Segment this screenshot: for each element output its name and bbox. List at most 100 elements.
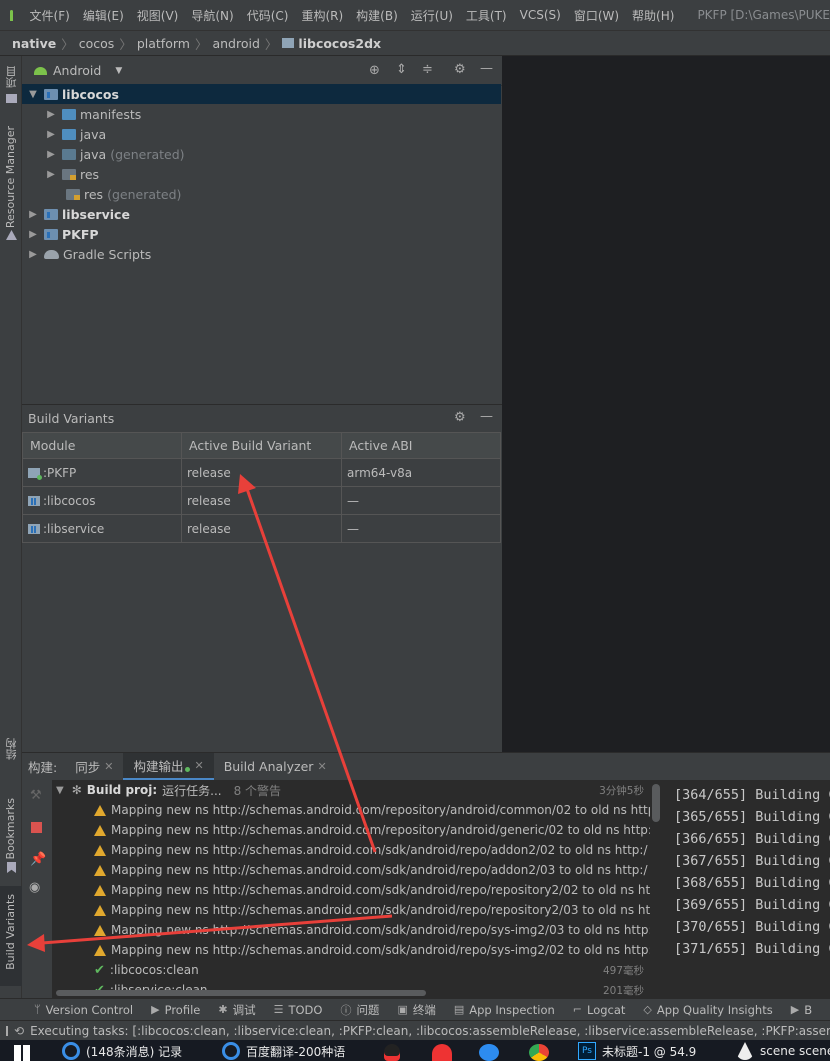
- close-icon[interactable]: ✕: [317, 760, 326, 773]
- gear-icon[interactable]: ⚙: [454, 62, 466, 77]
- tool-logcat[interactable]: ⌐ Logcat: [573, 1003, 626, 1017]
- eye-icon[interactable]: ◉: [29, 880, 40, 895]
- taskbar-app-translate[interactable]: 百度翻译-200种语: [222, 1042, 345, 1060]
- chevron-right-icon[interactable]: ▶: [26, 209, 40, 220]
- tool-version-control[interactable]: ᛘ Version Control: [34, 1003, 133, 1017]
- column-header-abi[interactable]: Active ABI: [341, 432, 501, 459]
- gear-icon[interactable]: ⚙: [454, 410, 466, 425]
- tool-app-inspection[interactable]: ▤ App Inspection: [454, 1003, 555, 1017]
- abi-select[interactable]: —: [341, 514, 501, 543]
- abi-select[interactable]: arm64-v8a: [341, 458, 501, 487]
- build-variants-tool-button[interactable]: Build Variants: [0, 886, 22, 986]
- tool-build[interactable]: ▶ B: [791, 1003, 812, 1017]
- chevron-right-icon[interactable]: ▶: [44, 129, 58, 140]
- minimize-icon[interactable]: —: [480, 409, 493, 424]
- build-console[interactable]: [364/655] Building C [365/655] Building …: [662, 780, 830, 998]
- breadcrumb-item[interactable]: platform: [137, 36, 190, 51]
- chevron-down-icon[interactable]: ▼: [26, 89, 40, 100]
- app-icon[interactable]: [479, 1044, 499, 1061]
- warning-row[interactable]: Mapping new ns http://schemas.android.co…: [94, 920, 650, 940]
- editor-area[interactable]: [502, 56, 830, 752]
- project-tool-button[interactable]: 项目: [4, 66, 20, 88]
- menu-refactor[interactable]: 重构(R): [301, 7, 343, 24]
- taskbar-app-cocos[interactable]: scene scene: [736, 1042, 830, 1060]
- view-selector[interactable]: Android: [53, 63, 101, 78]
- menu-navigate[interactable]: 导航(N): [191, 7, 233, 24]
- chevron-down-icon[interactable]: ▼: [115, 66, 122, 76]
- scrollbar-thumb[interactable]: [652, 784, 660, 822]
- menu-build[interactable]: 构建(B): [356, 7, 398, 24]
- tool-profile[interactable]: ▶ Profile: [151, 1003, 200, 1017]
- structure-tool-button[interactable]: 结构: [4, 738, 20, 760]
- tree-node-manifests[interactable]: ▶ manifests: [44, 104, 141, 124]
- menu-code[interactable]: 代码(C): [247, 7, 289, 24]
- menu-file[interactable]: 文件(F): [30, 7, 70, 24]
- chevron-right-icon[interactable]: ▶: [26, 229, 40, 240]
- taskbar-app-browser-tab[interactable]: (148条消息) 记录: [62, 1042, 182, 1060]
- tool-app-quality-insights[interactable]: ◇ App Quality Insights: [643, 1003, 772, 1017]
- minimize-icon[interactable]: —: [480, 61, 493, 76]
- tool-problems[interactable]: ⓘ 问题: [340, 1002, 379, 1018]
- tree-node-java[interactable]: ▶ java: [44, 124, 106, 144]
- chevron-right-icon[interactable]: ▶: [26, 249, 40, 260]
- warning-row[interactable]: Mapping new ns http://schemas.android.co…: [94, 820, 650, 840]
- chevron-right-icon[interactable]: ▶: [44, 149, 58, 160]
- close-icon[interactable]: ✕: [194, 759, 203, 772]
- warning-row[interactable]: Mapping new ns http://schemas.android.co…: [94, 940, 650, 960]
- variant-select[interactable]: release: [181, 514, 342, 543]
- tree-node-res-generated[interactable]: res (generated): [62, 184, 181, 204]
- task-row[interactable]: ✔:libcocos:clean 497毫秒: [94, 960, 650, 980]
- resource-manager-tool-button[interactable]: Resource Manager: [4, 126, 17, 228]
- menu-window[interactable]: 窗口(W): [574, 7, 619, 24]
- qq-icon[interactable]: [384, 1044, 400, 1061]
- warning-row[interactable]: Mapping new ns http://schemas.android.co…: [94, 800, 650, 820]
- app-icon[interactable]: [432, 1044, 452, 1061]
- chevron-down-icon[interactable]: ▼: [56, 785, 64, 796]
- menu-run[interactable]: 运行(U): [411, 7, 453, 24]
- breadcrumb-item-current[interactable]: libcocos2dx: [298, 36, 381, 51]
- pin-icon[interactable]: 📌: [30, 852, 46, 867]
- warning-row[interactable]: Mapping new ns http://schemas.android.co…: [94, 880, 650, 900]
- layout-icon[interactable]: [6, 1025, 8, 1036]
- chevron-right-icon[interactable]: ▶: [44, 109, 58, 120]
- chevron-right-icon[interactable]: ▶: [44, 169, 58, 180]
- stop-icon[interactable]: [31, 822, 42, 833]
- horizontal-scrollbar[interactable]: [56, 990, 426, 996]
- warning-row[interactable]: Mapping new ns http://schemas.android.co…: [94, 900, 650, 920]
- tab-sync[interactable]: 同步 ✕: [65, 753, 123, 781]
- menu-view[interactable]: 视图(V): [137, 7, 179, 24]
- locate-icon[interactable]: ⊕: [369, 63, 380, 78]
- menu-edit[interactable]: 编辑(E): [83, 7, 124, 24]
- breadcrumb-item[interactable]: native: [12, 36, 56, 51]
- vertical-scrollbar[interactable]: [650, 780, 662, 998]
- hammer-icon[interactable]: ⚒: [30, 788, 42, 803]
- tool-terminal[interactable]: ▣ 终端: [397, 1002, 435, 1018]
- breadcrumb-item[interactable]: cocos: [79, 36, 115, 51]
- warning-row[interactable]: Mapping new ns http://schemas.android.co…: [94, 860, 648, 880]
- menu-help[interactable]: 帮助(H): [632, 7, 674, 24]
- variant-select[interactable]: release: [181, 458, 342, 487]
- tree-node-libservice[interactable]: ▶ libservice: [26, 204, 130, 224]
- collapse-all-icon[interactable]: ≑: [422, 62, 433, 77]
- tool-debug[interactable]: ✱ 调试: [218, 1002, 255, 1018]
- bookmarks-tool-button[interactable]: Bookmarks: [4, 798, 17, 859]
- close-icon[interactable]: ✕: [104, 760, 113, 773]
- variant-select[interactable]: release: [181, 486, 342, 515]
- tool-todo[interactable]: ☰ TODO: [274, 1003, 323, 1017]
- build-root-row[interactable]: ▼ ✻ Build proj: 运行任务... 8 个警告 3分钟5秒: [56, 780, 650, 800]
- tree-node-gradle-scripts[interactable]: ▶ Gradle Scripts: [26, 244, 151, 264]
- column-header-module[interactable]: Module: [22, 432, 182, 459]
- tree-node-res[interactable]: ▶ res: [44, 164, 99, 184]
- tab-build-analyzer[interactable]: Build Analyzer ✕: [214, 753, 337, 781]
- menu-tools[interactable]: 工具(T): [466, 7, 507, 24]
- menu-vcs[interactable]: VCS(S): [520, 8, 561, 22]
- breadcrumb-item[interactable]: android: [212, 36, 259, 51]
- windows-start-icon[interactable]: [14, 1045, 30, 1061]
- chrome-icon[interactable]: [529, 1044, 549, 1061]
- tab-build-output[interactable]: 构建输出 ✕: [123, 752, 214, 781]
- column-header-variant[interactable]: Active Build Variant: [181, 432, 342, 459]
- taskbar-app-photoshop[interactable]: Ps 未标题-1 @ 54.9: [578, 1042, 696, 1060]
- tree-node-java-generated[interactable]: ▶ java (generated): [44, 144, 184, 164]
- warning-row[interactable]: Mapping new ns http://schemas.android.co…: [94, 840, 648, 860]
- abi-select[interactable]: —: [341, 486, 501, 515]
